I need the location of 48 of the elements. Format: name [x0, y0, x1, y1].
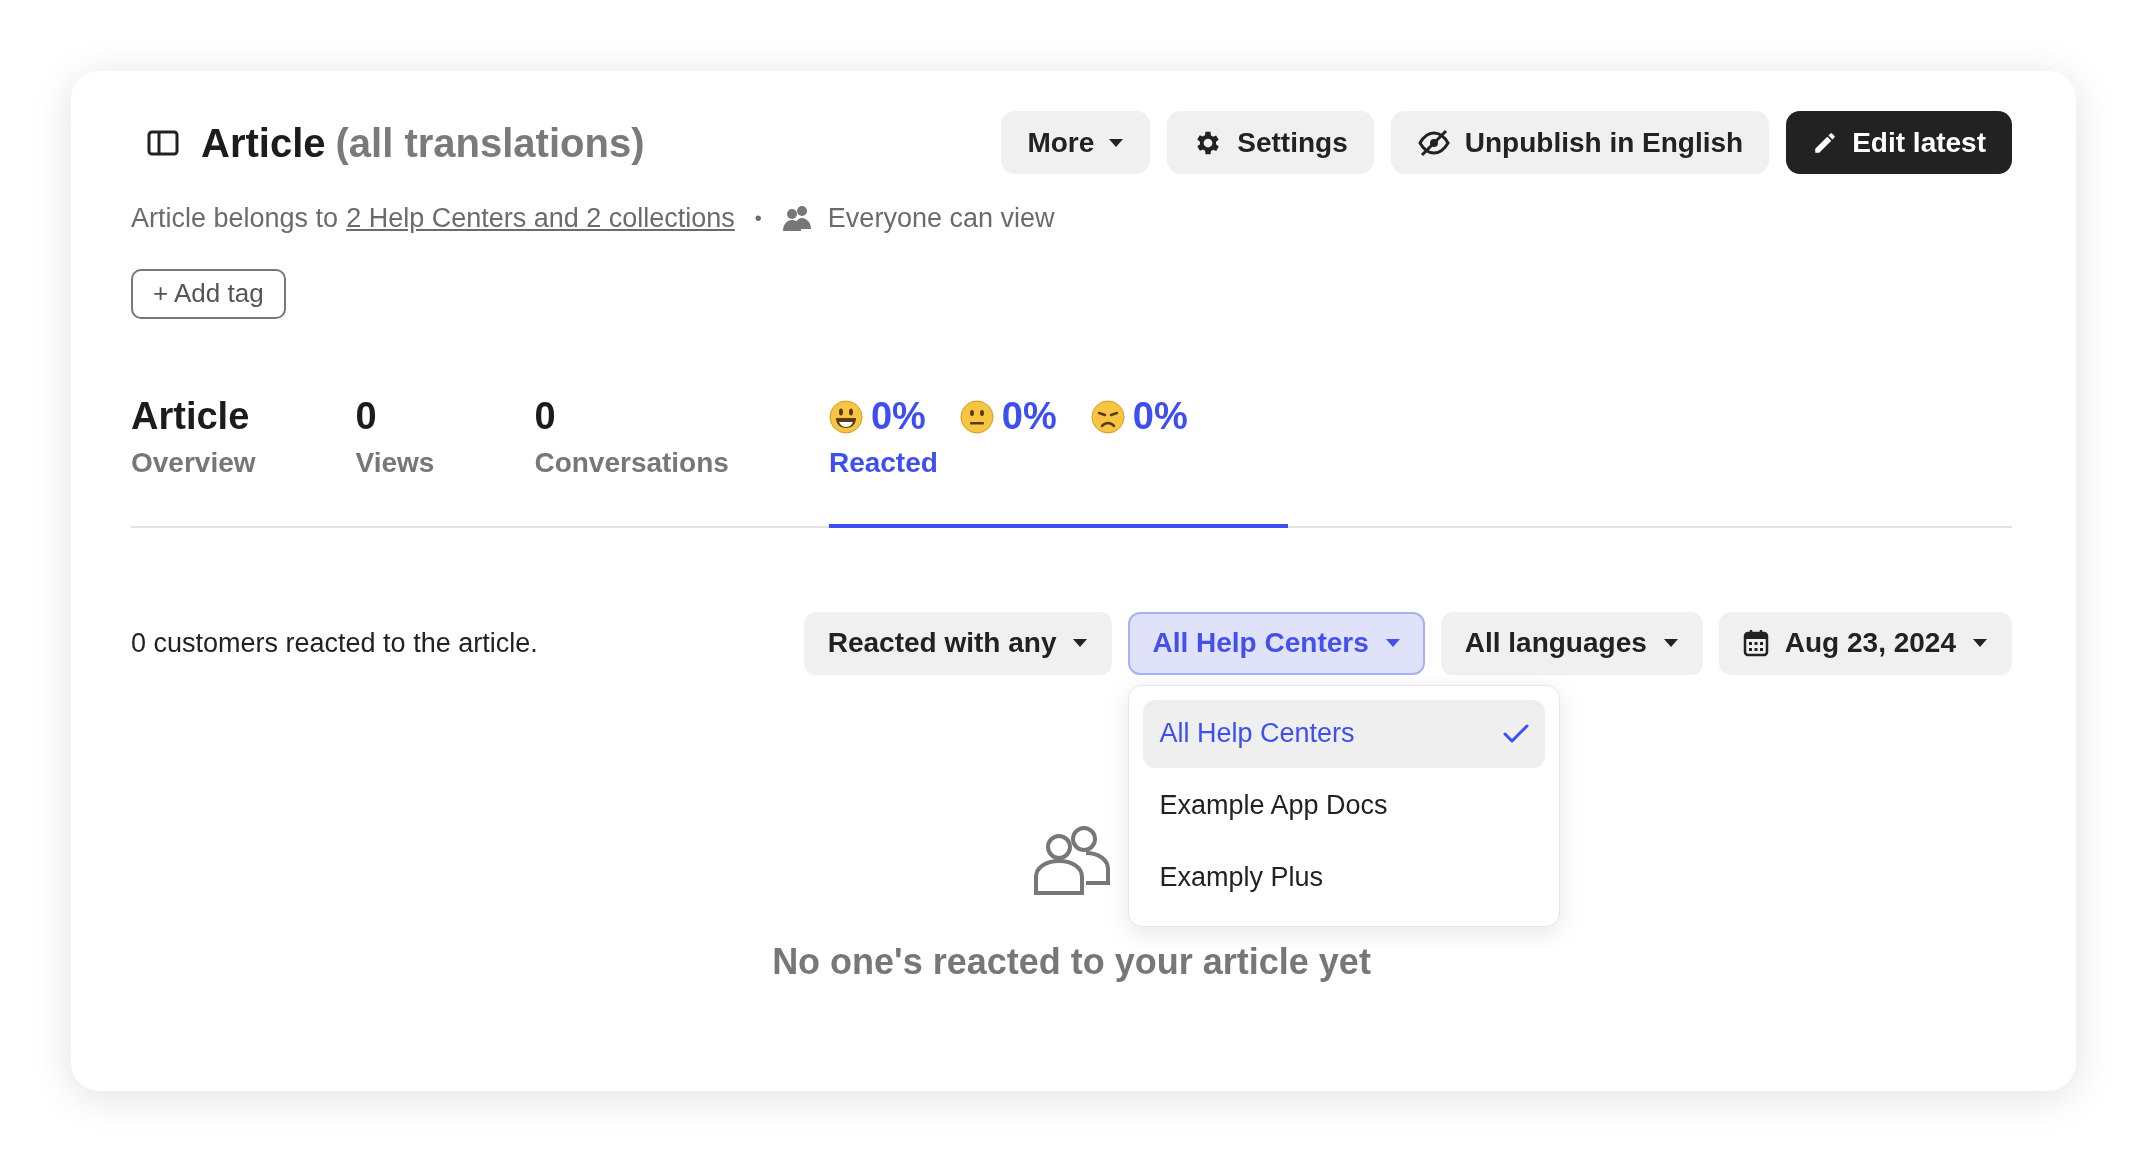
visibility-text: Everyone can view: [827, 202, 1055, 235]
calendar-icon: [1742, 629, 1769, 657]
checkmark-icon: [1503, 723, 1530, 744]
smiling-face-icon: [828, 399, 863, 434]
meta-text: Article belongs to: [131, 202, 339, 235]
empty-state-message: No one's reacted to your article yet: [772, 939, 1371, 984]
stat-label: Views: [355, 445, 435, 480]
stat-tab[interactable]: Article Overview: [131, 393, 256, 526]
dropdown-item[interactable]: All Help Centers: [1143, 699, 1546, 768]
filter-dropdown[interactable]: Reacted with any: [803, 611, 1113, 675]
filter-dropdown[interactable]: Aug 23, 2024: [1718, 611, 2012, 675]
reaction-percent: 0%: [1132, 394, 1188, 439]
stat-value: 0: [534, 394, 556, 439]
stat-label: Overview: [131, 445, 256, 480]
sidebar-toggle-icon: [147, 128, 179, 157]
header-button[interactable]: Settings: [1167, 111, 1374, 174]
stat-tab[interactable]: 0% 0% 0% Reacted: [828, 393, 1288, 528]
caret-icon: [1072, 638, 1089, 648]
filter-dropdown[interactable]: All Help Centers: [1128, 611, 1425, 675]
page-title: Article: [201, 119, 326, 167]
stat-label: Conversations: [534, 445, 729, 480]
collections-link[interactable]: 2 Help Centers and 2 collections: [346, 198, 735, 239]
separator-dot: •: [753, 206, 763, 232]
page-subtitle: (all translations): [335, 119, 645, 167]
caret-icon: [1662, 638, 1679, 648]
neutral-face-icon: [959, 399, 994, 434]
dropdown-item[interactable]: Examply Plus: [1143, 843, 1546, 912]
reaction-percent: 0%: [870, 394, 926, 439]
caret-icon: [1108, 137, 1125, 148]
header-button[interactable]: Unpublish in English: [1390, 111, 1770, 174]
people-icon: [781, 205, 814, 232]
dropdown-item[interactable]: Example App Docs: [1143, 771, 1546, 840]
caret-icon: [1384, 638, 1401, 648]
reaction-summary: 0 customers reacted to the article.: [131, 626, 538, 660]
eye-slash-icon: [1416, 128, 1451, 157]
caret-icon: [1972, 638, 1988, 648]
header-button[interactable]: Edit latest: [1786, 111, 2012, 174]
people-icon: [1031, 824, 1112, 895]
add-tag-button[interactable]: + Add tag: [131, 268, 286, 319]
stat-value: Article: [131, 394, 250, 439]
stat-tab[interactable]: 0 Views: [355, 393, 435, 526]
reaction-percent: 0%: [1001, 394, 1057, 439]
stat-tab[interactable]: 0 Conversations: [534, 393, 729, 526]
stat-value: 0: [355, 394, 377, 439]
stat-label: Reacted: [828, 445, 939, 480]
header-button[interactable]: More: [1001, 111, 1151, 174]
filter-dropdown[interactable]: All languages: [1440, 611, 1703, 675]
sad-face-icon: [1090, 399, 1125, 434]
